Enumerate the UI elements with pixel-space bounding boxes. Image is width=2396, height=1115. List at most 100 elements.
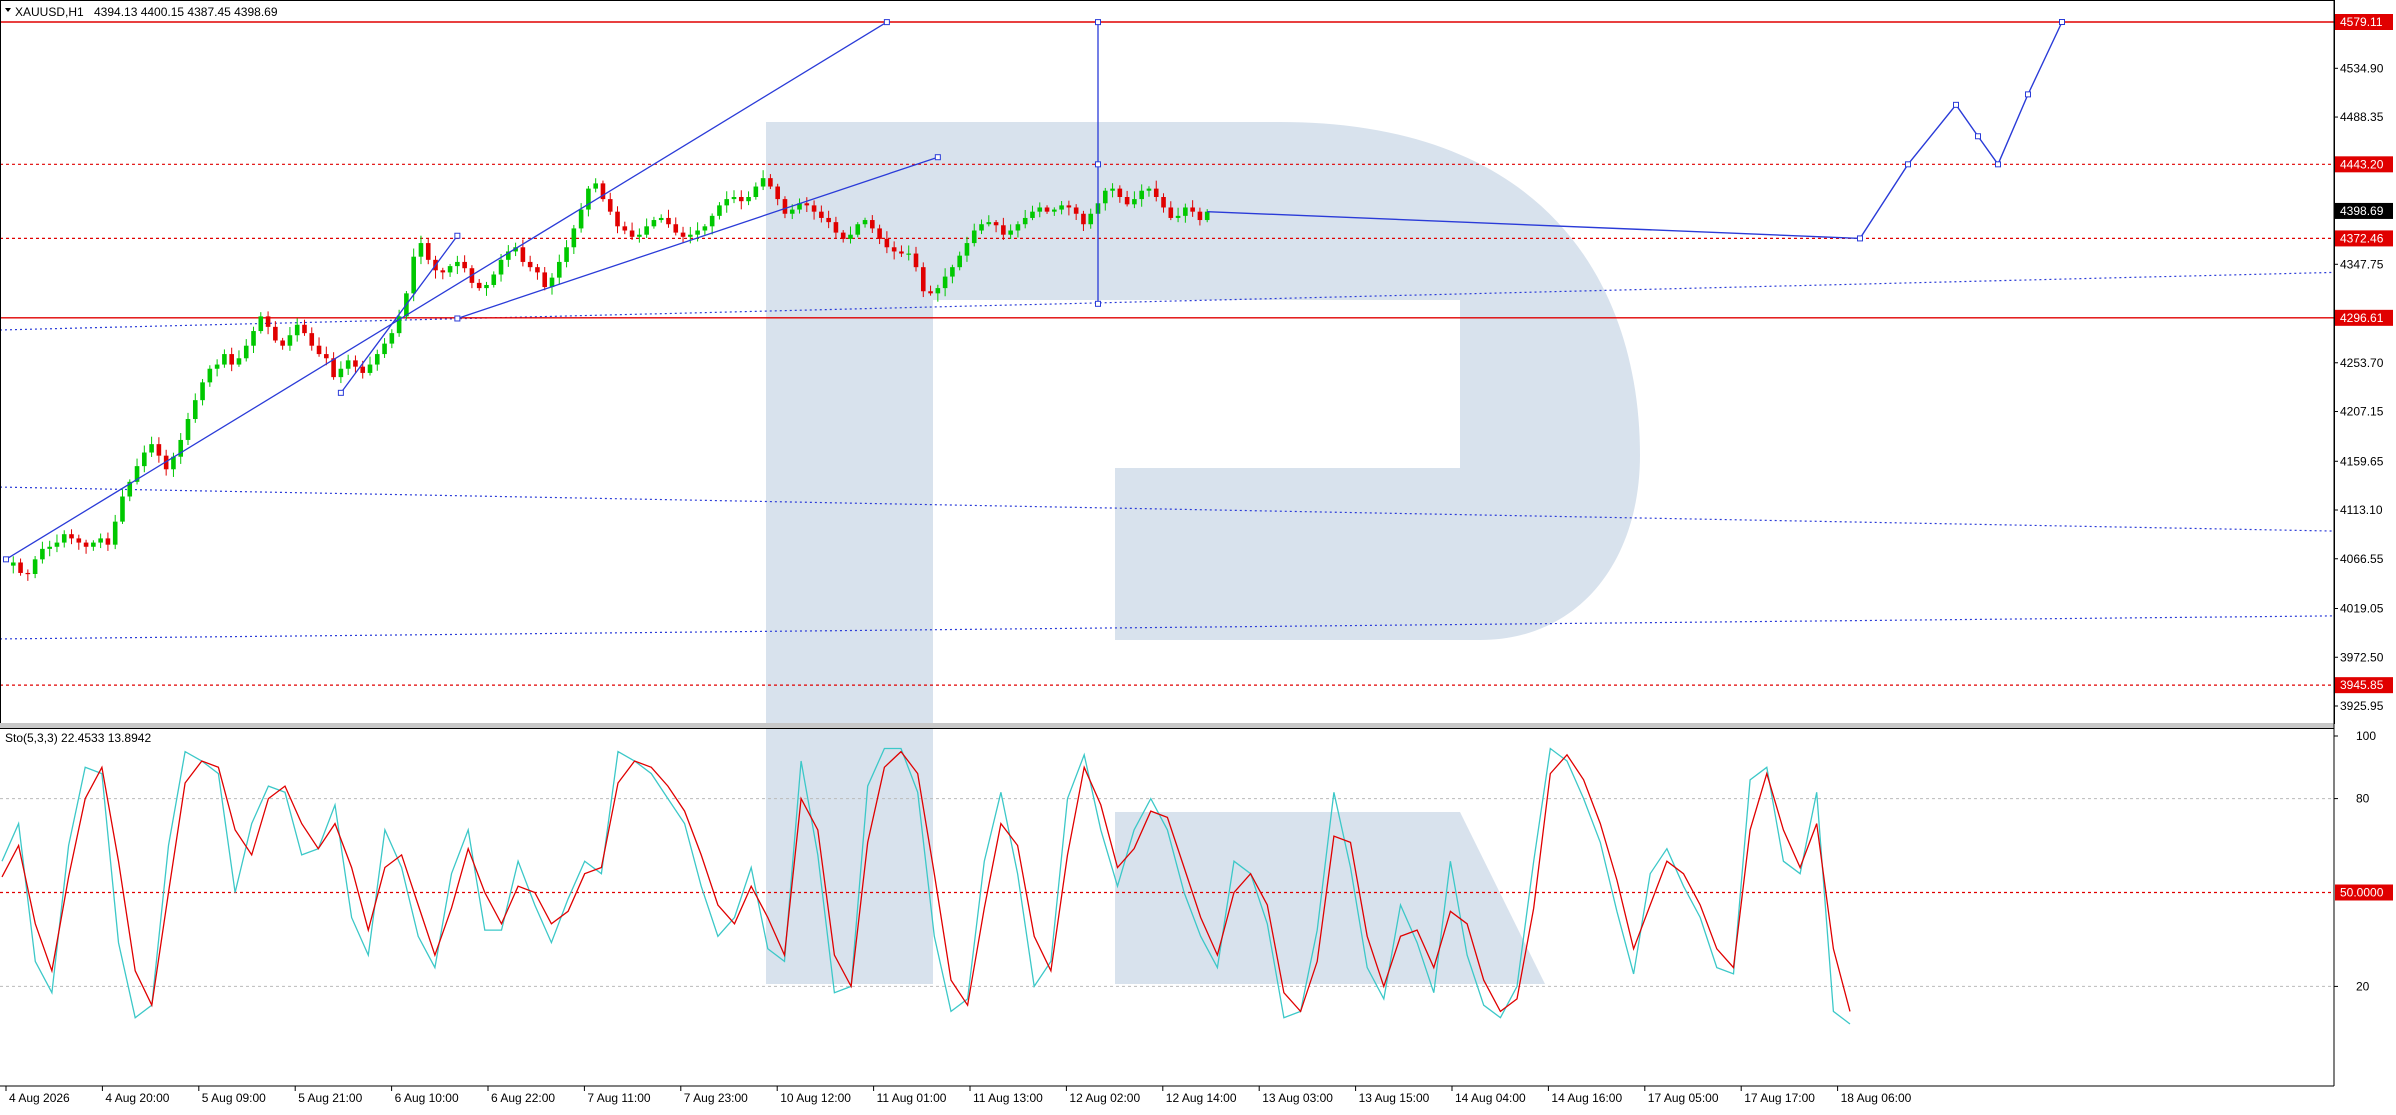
trendline[interactable]: [340, 235, 458, 394]
candle-body[interactable]: [1204, 211, 1210, 221]
candle-body[interactable]: [1153, 188, 1159, 198]
candle-body[interactable]: [789, 209, 795, 214]
candle-body[interactable]: [920, 267, 926, 292]
candle-body[interactable]: [1197, 211, 1203, 221]
candle-body[interactable]: [571, 228, 577, 248]
candle-body[interactable]: [476, 282, 482, 289]
candle-body[interactable]: [1124, 197, 1130, 205]
candle-body[interactable]: [112, 521, 118, 545]
candle-body[interactable]: [1008, 230, 1013, 235]
candle-body[interactable]: [258, 316, 264, 332]
candle-body[interactable]: [1146, 188, 1152, 191]
candle-body[interactable]: [651, 220, 657, 227]
candle-body[interactable]: [593, 183, 598, 189]
candle-body[interactable]: [69, 534, 74, 539]
trendline-anchor[interactable]: [1095, 19, 1101, 26]
candle-body[interactable]: [1081, 213, 1086, 225]
candle-body[interactable]: [928, 291, 933, 294]
candle-body[interactable]: [149, 444, 154, 453]
candle-body[interactable]: [804, 203, 810, 206]
candle-body[interactable]: [586, 188, 591, 210]
trendline[interactable]: [5, 21, 888, 560]
candle-body[interactable]: [273, 326, 278, 341]
candle-body[interactable]: [243, 345, 249, 359]
collapse-triangle-icon[interactable]: [5, 8, 11, 12]
candle-body[interactable]: [1037, 207, 1043, 212]
candle-body[interactable]: [855, 224, 861, 235]
candle-body[interactable]: [971, 230, 977, 244]
forecast-point[interactable]: [1905, 161, 1911, 168]
candle-body[interactable]: [32, 559, 38, 574]
candle-body[interactable]: [200, 382, 205, 401]
candle-body[interactable]: [913, 253, 919, 268]
candle-body[interactable]: [447, 266, 453, 273]
candle-body[interactable]: [1001, 225, 1006, 235]
candle-body[interactable]: [935, 288, 941, 294]
trendline-anchor[interactable]: [454, 315, 461, 322]
candle-body[interactable]: [265, 316, 271, 327]
candle-body[interactable]: [1015, 224, 1021, 231]
candle-body[interactable]: [848, 234, 853, 239]
candle-body[interactable]: [10, 562, 16, 566]
trendline-anchor[interactable]: [883, 19, 890, 26]
candle-body[interactable]: [899, 251, 904, 254]
candle-body[interactable]: [891, 247, 897, 252]
candle-body[interactable]: [906, 253, 912, 255]
candle-body[interactable]: [76, 538, 82, 543]
candle-body[interactable]: [1059, 205, 1064, 210]
candle-body[interactable]: [222, 354, 227, 365]
candle-body[interactable]: [1139, 190, 1144, 200]
candle-body[interactable]: [54, 542, 60, 547]
candle-body[interactable]: [862, 220, 868, 225]
candle-body[interactable]: [760, 178, 766, 187]
candle-body[interactable]: [629, 230, 635, 237]
trendline-anchor[interactable]: [454, 232, 461, 239]
candle-body[interactable]: [1183, 207, 1188, 216]
candle-body[interactable]: [287, 335, 293, 346]
candle-body[interactable]: [1052, 209, 1057, 212]
candle-body[interactable]: [214, 364, 220, 369]
candle-body[interactable]: [1030, 211, 1035, 218]
forecast-point[interactable]: [1995, 161, 2001, 168]
candle-body[interactable]: [950, 267, 955, 277]
candle-body[interactable]: [717, 205, 722, 216]
candle-body[interactable]: [462, 261, 467, 269]
candle-body[interactable]: [819, 211, 824, 218]
candle-body[interactable]: [389, 333, 395, 344]
candle-body[interactable]: [309, 333, 315, 346]
candle-body[interactable]: [120, 496, 125, 522]
candle-body[interactable]: [338, 368, 344, 378]
candle-body[interactable]: [556, 261, 562, 278]
candle-body[interactable]: [484, 284, 489, 289]
candle-body[interactable]: [695, 230, 700, 235]
candle-body[interactable]: [673, 224, 679, 233]
candle-body[interactable]: [1190, 207, 1195, 212]
candle-body[interactable]: [18, 562, 23, 573]
trendline-anchor[interactable]: [1095, 161, 1101, 168]
candle-body[interactable]: [294, 324, 300, 336]
candle-body[interactable]: [520, 247, 526, 262]
forecast-point[interactable]: [2059, 19, 2065, 25]
forecast-point[interactable]: [1975, 133, 1981, 140]
candle-body[interactable]: [535, 267, 540, 273]
candle-body[interactable]: [979, 224, 984, 231]
candle-body[interactable]: [768, 178, 773, 187]
candle-body[interactable]: [345, 360, 351, 369]
candle-body[interactable]: [1175, 215, 1181, 218]
candle-body[interactable]: [1117, 188, 1123, 198]
chart-canvas[interactable]: Sto(5,3,3) 22.4533 13.8942 4534.90 4488.3…: [0, 0, 2396, 1110]
candle-body[interactable]: [1044, 207, 1050, 212]
candle-body[interactable]: [229, 354, 234, 365]
candle-body[interactable]: [709, 215, 715, 227]
chart-window[interactable]: Sto(5,3,3) 22.4533 13.8942 4534.90 4488.3…: [0, 0, 2396, 1110]
candle-body[interactable]: [986, 222, 992, 225]
candle-body[interactable]: [491, 274, 497, 285]
candle-body[interactable]: [40, 548, 45, 560]
candle-body[interactable]: [702, 226, 708, 231]
candle-body[interactable]: [637, 234, 642, 237]
candle-body[interactable]: [91, 542, 96, 547]
candle-body[interactable]: [98, 538, 103, 543]
candle-body[interactable]: [738, 197, 744, 202]
candle-body[interactable]: [615, 211, 620, 227]
candle-body[interactable]: [47, 546, 52, 549]
